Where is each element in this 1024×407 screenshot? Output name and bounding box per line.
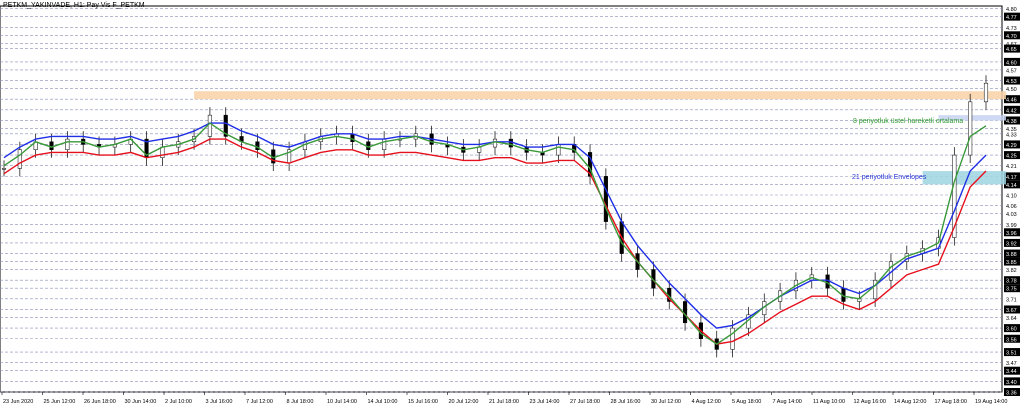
y-tick-label: 4.80 xyxy=(1006,7,1017,13)
y-tick-label: 4.10 xyxy=(1006,194,1017,200)
candle-body xyxy=(65,138,70,151)
x-tick-label: 2 Jul 10:00 xyxy=(165,399,192,405)
candle-body xyxy=(492,138,498,148)
y-tick-label: 3.47 xyxy=(1006,361,1017,367)
plot-frame xyxy=(0,5,1003,393)
candle-body xyxy=(160,146,165,158)
x-tick-label: 25 Jun 12:00 xyxy=(44,399,76,405)
x-tick-label: 17 Aug 18:00 xyxy=(935,399,967,405)
x-tick-label: 3 Jul 16:00 xyxy=(206,399,233,405)
x-tick-label: 23 Jul 14:00 xyxy=(530,399,560,405)
candle-body xyxy=(350,133,355,143)
candle-body xyxy=(207,114,212,137)
y-tick-label: 4.06 xyxy=(1006,204,1017,210)
x-tick-label: 30 Jul 12:00 xyxy=(651,399,681,405)
candle-body xyxy=(603,176,608,222)
x-tick-label: 26 Jun 18:00 xyxy=(84,399,116,405)
y-tick-label: 4.03 xyxy=(1006,212,1017,218)
y-tick-label: 4.42 xyxy=(1006,108,1017,114)
y-tick-label: 3.82 xyxy=(1006,268,1017,274)
x-tick-label: 14 Jul 10:00 xyxy=(368,399,398,405)
candle-body xyxy=(683,301,688,324)
x-tick-label: 15 Jul 16:00 xyxy=(408,399,438,405)
y-tick-label: 3.99 xyxy=(1006,223,1017,229)
y-tick-label: 3.64 xyxy=(1006,316,1017,322)
y-tick-label: 4.65 xyxy=(1006,47,1017,53)
x-tick-label: 5 Aug 18:00 xyxy=(732,399,761,405)
y-tick-label: 4.77 xyxy=(1006,15,1017,21)
y-tick-label: 3.67 xyxy=(1006,308,1017,314)
x-tick-label: 28 Jul 16:00 xyxy=(611,399,641,405)
price-chart[interactable]: 4.804.774.734.704.674.654.604.574.534.50… xyxy=(0,0,1024,407)
y-tick-label: 4.25 xyxy=(1006,154,1017,160)
x-tick-label: 7 Jul 12:00 xyxy=(246,399,273,405)
ema-annotation: 8 periyotluk üstel hareketli ortalama xyxy=(853,117,964,125)
envelopes-annotation: 21 periyotluk Envelopes xyxy=(852,173,927,181)
y-tick-label: 3.36 xyxy=(1006,391,1017,397)
x-tick-label: 8 Jul 18:00 xyxy=(287,399,314,405)
candle-body xyxy=(1,168,7,170)
x-tick-label: 12 Aug 16:00 xyxy=(854,399,886,405)
y-tick-label: 4.60 xyxy=(1006,60,1017,66)
y-tick-label: 4.17 xyxy=(1006,175,1017,181)
candle-body xyxy=(556,144,561,156)
x-tick-label: 14 Aug 12:00 xyxy=(894,399,926,405)
y-tick-label: 3.92 xyxy=(1006,241,1017,247)
x-tick-label: 30 Jun 14:00 xyxy=(125,399,157,405)
y-tick-label: 4.21 xyxy=(1006,164,1017,170)
y-tick-label: 4.33 xyxy=(1006,132,1017,138)
candle-body xyxy=(382,138,387,151)
y-tick-label: 3.78 xyxy=(1006,279,1017,285)
y-tick-label: 4.29 xyxy=(1006,143,1017,149)
y-tick-label: 3.71 xyxy=(1006,297,1017,303)
y-tick-label: 3.75 xyxy=(1006,287,1017,293)
y-tick-label: 4.57 xyxy=(1006,68,1017,74)
x-tick-label: 23 Jun 2020 xyxy=(3,399,33,405)
envelope-lower-line xyxy=(3,138,987,345)
x-tick-label: 11 Aug 10:00 xyxy=(813,399,845,405)
y-tick-label: 3.85 xyxy=(1006,260,1017,266)
y-tick-label: 3.88 xyxy=(1006,252,1017,258)
candle-body xyxy=(968,101,973,156)
x-tick-label: 21 Jul 18:00 xyxy=(489,399,519,405)
candle-body xyxy=(17,149,22,169)
y-tick-label: 4.70 xyxy=(1006,34,1017,40)
x-tick-label: 4 Aug 12:00 xyxy=(692,399,721,405)
x-tick-label: 19 Aug 14:00 xyxy=(975,399,1007,405)
x-tick-label: 7 Aug 14:00 xyxy=(773,399,802,405)
x-tick-label: 20 Jul 12:00 xyxy=(449,399,479,405)
y-tick-label: 3.40 xyxy=(1006,380,1017,386)
zone-orange xyxy=(194,91,1006,100)
x-tick-label: 27 Jul 18:00 xyxy=(570,399,600,405)
y-tick-label: 4.50 xyxy=(1006,87,1017,93)
candle-body xyxy=(508,138,513,148)
y-tick-label: 4.14 xyxy=(1006,183,1017,189)
candle-body xyxy=(49,141,54,151)
y-tick-label: 3.44 xyxy=(1006,369,1017,375)
y-tick-label: 4.73 xyxy=(1006,26,1017,32)
candle-body xyxy=(730,327,735,350)
y-tick-label: 4.53 xyxy=(1006,79,1017,85)
y-tick-label: 4.38 xyxy=(1006,119,1017,125)
y-tick-label: 3.51 xyxy=(1006,351,1017,357)
y-tick-label: 3.60 xyxy=(1006,327,1017,333)
y-tick-label: 3.96 xyxy=(1006,231,1017,237)
zone-cyan xyxy=(922,171,1006,185)
y-tick-label: 3.56 xyxy=(1006,337,1017,343)
x-tick-label: 10 Jul 14:00 xyxy=(327,399,357,405)
y-tick-label: 4.46 xyxy=(1006,98,1017,104)
candle-body xyxy=(983,82,989,103)
